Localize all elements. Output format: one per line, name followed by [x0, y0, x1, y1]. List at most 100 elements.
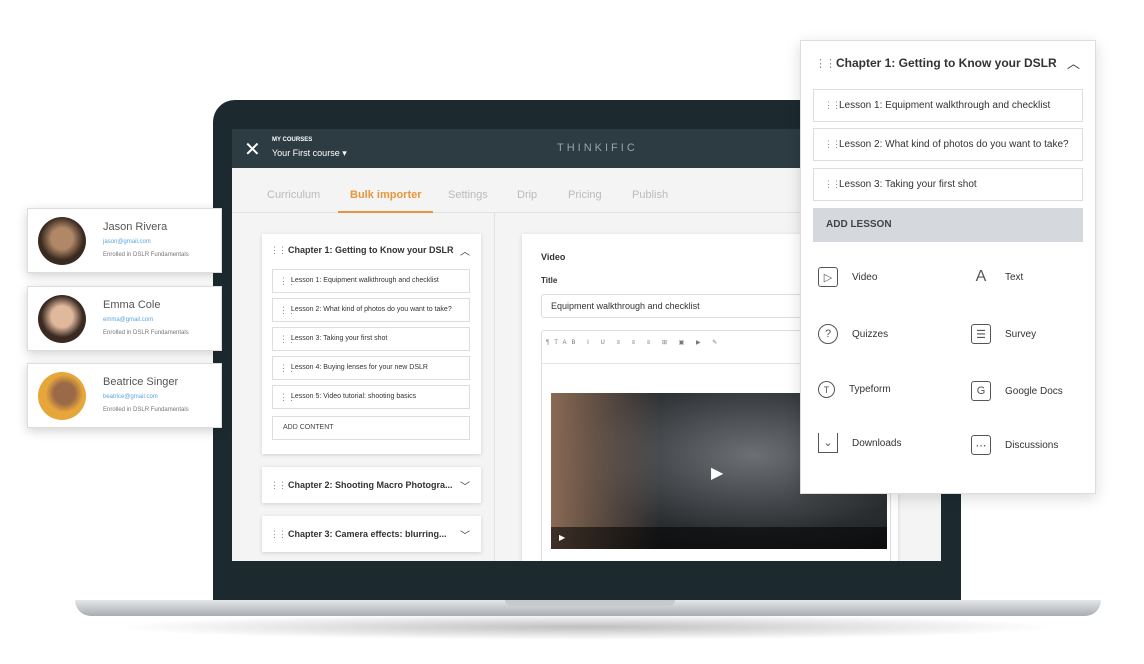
- editor-heading: Video: [541, 252, 566, 262]
- drag-handle-icon[interactable]: ⋮⋮: [279, 363, 296, 374]
- caret-down-icon: ▾: [342, 148, 347, 158]
- lesson-item[interactable]: ⋮⋮ Lesson 1: Equipment walkthrough and ch…: [813, 89, 1083, 122]
- type-label: Text: [1005, 271, 1024, 283]
- type-downloads[interactable]: ⌄ Downloads: [818, 433, 901, 453]
- survey-icon: ☰: [971, 324, 991, 344]
- user-card[interactable]: Beatrice Singer beatrice@gmail.com Enrol…: [27, 363, 222, 428]
- drag-handle-icon[interactable]: ⋮⋮: [279, 276, 296, 287]
- type-label: Typeform: [849, 384, 891, 395]
- type-label: Quizzes: [852, 328, 889, 340]
- user-enrollment: Enrolled in DSLR Fundamentals: [103, 252, 189, 258]
- add-lesson-button[interactable]: ADD LESSON: [813, 208, 1083, 242]
- avatar: [38, 372, 86, 420]
- chapter-title: Chapter 2: Shooting Macro Photogra...: [288, 480, 453, 490]
- play-small-icon[interactable]: ▶: [559, 533, 565, 542]
- avatar: [38, 217, 86, 265]
- chevron-down-icon[interactable]: ﹀: [460, 527, 470, 542]
- lesson-item[interactable]: ⋮⋮ Lesson 3: Taking your first shot: [272, 327, 470, 351]
- type-video[interactable]: ▷ Video: [818, 267, 877, 287]
- chevron-down-icon[interactable]: ﹀: [460, 478, 470, 493]
- type-label: Downloads: [852, 437, 902, 449]
- lesson-label: Lesson 2: What kind of photos do you wan…: [291, 306, 452, 313]
- active-tab-indicator: [338, 211, 433, 213]
- type-label: Video: [852, 271, 878, 283]
- lesson-label: Lesson 1: Equipment walkthrough and chec…: [839, 100, 1051, 111]
- drag-handle-icon[interactable]: ⋮⋮: [270, 245, 287, 256]
- type-text[interactable]: A Text: [971, 267, 1024, 287]
- lesson-label: Lesson 4: Buying lenses for your new DSL…: [291, 364, 428, 371]
- video-controls: ▶: [551, 527, 887, 549]
- video-thumbnail: [551, 393, 661, 549]
- drag-handle-icon[interactable]: ⋮⋮: [279, 305, 296, 316]
- drag-handle-icon[interactable]: ⋮⋮: [815, 57, 836, 70]
- type-discussions[interactable]: ⋯ Discussions: [971, 435, 1058, 455]
- type-quizzes[interactable]: ? Quizzes: [818, 324, 888, 344]
- user-name: Emma Cole: [103, 299, 161, 311]
- chevron-up-icon[interactable]: ︿: [460, 243, 470, 258]
- title-label: Title: [541, 276, 558, 285]
- lesson-label: Lesson 3: Taking your first shot: [839, 179, 977, 190]
- tab-publish[interactable]: Publish: [632, 189, 668, 201]
- panel-chapter-title: Chapter 1: Getting to Know your DSLR: [836, 56, 1057, 70]
- laptop-shadow: [110, 614, 1060, 640]
- quiz-icon: ?: [818, 324, 838, 344]
- tab-bulk-importer[interactable]: Bulk importer: [350, 189, 422, 201]
- downloads-icon: ⌄: [818, 433, 838, 453]
- drag-handle-icon[interactable]: ⋮⋮: [279, 392, 296, 403]
- lesson-label: Lesson 3: Taking your first shot: [291, 335, 388, 342]
- tab-drip[interactable]: Drip: [517, 189, 537, 201]
- lesson-label: Lesson 5: Video tutorial: shooting basic…: [291, 393, 417, 400]
- google-docs-icon: G: [971, 381, 991, 401]
- add-content-button[interactable]: ADD CONTENT: [272, 416, 470, 440]
- chevron-up-icon[interactable]: ︿: [1067, 53, 1080, 72]
- user-name: Beatrice Singer: [103, 376, 179, 388]
- tab-pricing[interactable]: Pricing: [568, 189, 602, 201]
- type-google-docs[interactable]: G Google Docs: [971, 381, 1063, 401]
- lesson-item[interactable]: ⋮⋮ Lesson 3: Taking your first shot: [813, 168, 1083, 201]
- drag-handle-icon[interactable]: ⋮⋮: [279, 334, 296, 345]
- chapter-panel: ⋮⋮ Chapter 1: Getting to Know your DSLR …: [800, 40, 1096, 494]
- my-courses-label: MY COURSES: [272, 137, 313, 143]
- lesson-item[interactable]: ⋮⋮ Lesson 4: Buying lenses for your new D…: [272, 356, 470, 380]
- text-icon: A: [975, 268, 987, 285]
- typeform-icon: T: [818, 381, 835, 398]
- lesson-label: Lesson 2: What kind of photos do you wan…: [839, 139, 1069, 150]
- drag-handle-icon[interactable]: ⋮⋮: [824, 100, 841, 111]
- type-label: Discussions: [1005, 439, 1059, 451]
- laptop-notch: [505, 600, 675, 606]
- tab-settings[interactable]: Settings: [448, 189, 488, 201]
- type-survey[interactable]: ☰ Survey: [971, 324, 1036, 344]
- chapter-title: Chapter 3: Camera effects: blurring...: [288, 529, 447, 539]
- type-label: Google Docs: [1005, 385, 1063, 397]
- divider: [494, 213, 495, 561]
- editor-toolbar[interactable]: ¶TAB I U ≡ ≡ ≡ ⊞ ▣ ▶ ✎: [546, 339, 722, 346]
- lesson-item[interactable]: ⋮⋮ Lesson 2: What kind of photos do you w…: [813, 128, 1083, 161]
- course-selector[interactable]: Your First course ▾: [272, 148, 347, 159]
- chapter-2-card[interactable]: ⋮⋮ Chapter 2: Shooting Macro Photogra...…: [262, 467, 481, 503]
- close-icon[interactable]: ✕: [244, 137, 261, 162]
- user-name: Jason Rivera: [103, 221, 168, 233]
- user-email[interactable]: emma@gmail.com: [103, 317, 153, 323]
- chapter-title[interactable]: Chapter 1: Getting to Know your DSLR: [288, 245, 454, 255]
- type-typeform[interactable]: T Typeform: [818, 381, 891, 398]
- user-enrollment: Enrolled in DSLR Fundamentals: [103, 330, 189, 336]
- drag-handle-icon[interactable]: ⋮⋮: [270, 529, 287, 540]
- user-email[interactable]: jason@gmail.com: [103, 239, 151, 245]
- chapter-1-card: ⋮⋮ Chapter 1: Getting to Know your DSLR …: [262, 234, 481, 454]
- user-email[interactable]: beatrice@gmail.com: [103, 394, 158, 400]
- lesson-item[interactable]: ⋮⋮ Lesson 2: What kind of photos do you w…: [272, 298, 470, 322]
- user-card[interactable]: Jason Rivera jason@gmail.com Enrolled in…: [27, 208, 222, 273]
- user-card[interactable]: Emma Cole emma@gmail.com Enrolled in DSL…: [27, 286, 222, 351]
- tab-curriculum[interactable]: Curriculum: [267, 189, 320, 201]
- course-name: Your First course: [272, 148, 340, 158]
- drag-handle-icon[interactable]: ⋮⋮: [824, 179, 841, 190]
- lesson-item[interactable]: ⋮⋮ Lesson 1: Equipment walkthrough and ch…: [272, 269, 470, 293]
- user-enrollment: Enrolled in DSLR Fundamentals: [103, 407, 189, 413]
- drag-handle-icon[interactable]: ⋮⋮: [270, 480, 287, 491]
- chapter-3-card[interactable]: ⋮⋮ Chapter 3: Camera effects: blurring..…: [262, 516, 481, 552]
- drag-handle-icon[interactable]: ⋮⋮: [824, 139, 841, 150]
- lesson-item[interactable]: ⋮⋮ Lesson 5: Video tutorial: shooting bas…: [272, 385, 470, 409]
- avatar: [38, 295, 86, 343]
- type-label: Survey: [1005, 328, 1037, 340]
- play-icon[interactable]: ▶: [711, 463, 723, 483]
